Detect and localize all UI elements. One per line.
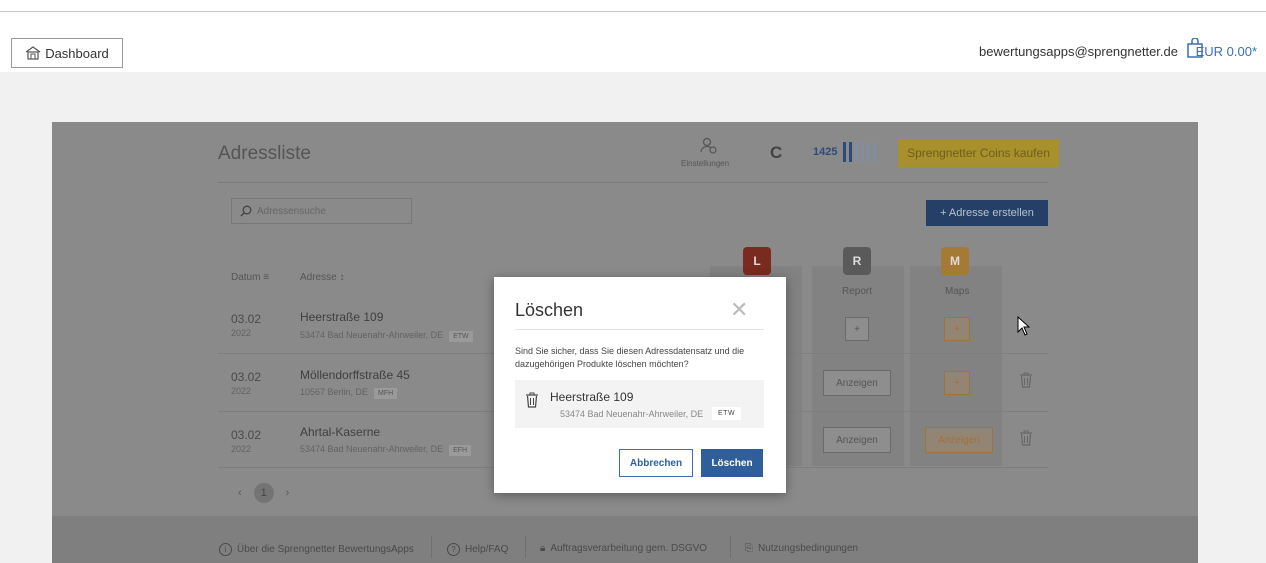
maps-icon: M <box>941 247 969 275</box>
coin-bar <box>861 142 864 162</box>
trash-icon <box>525 392 539 413</box>
dashboard-button[interactable]: Dashboard <box>11 38 123 68</box>
table-row-date: 03.02 2022 <box>231 428 261 456</box>
coin-bar <box>849 142 852 162</box>
report-add-button[interactable]: + <box>845 317 869 341</box>
column-header-report: Report <box>842 286 873 297</box>
maps-add-button[interactable]: + <box>944 317 970 341</box>
row-day: 03.02 <box>231 428 262 442</box>
date-header-label: Datum <box>231 272 261 283</box>
dialog-city: 53474 Bad Neuenahr-Ahrweiler, DE <box>560 409 704 419</box>
dialog-street: Heerstraße 109 <box>550 390 634 404</box>
footer-link-terms[interactable]: ⎘ Nutzungsbedingungen <box>745 543 858 554</box>
product-l-icon: L <box>743 247 771 275</box>
close-icon[interactable]: ✕ <box>730 297 748 323</box>
lock-icon: 🔒︎ <box>540 543 546 554</box>
coin-icon: C <box>770 143 783 162</box>
row-year: 2022 <box>231 444 252 454</box>
row-city: 10567 Berlin, DE MFH <box>300 387 398 399</box>
user-email[interactable]: bewertungsapps@sprengnetter.de <box>979 44 1178 59</box>
dialog-type-tag: ETW <box>712 407 742 420</box>
dashboard-label: Dashboard <box>45 45 109 61</box>
row-city: 53474 Bad Neuenahr-Ahrweiler, DE EFH <box>300 444 472 456</box>
delete-button[interactable]: Löschen <box>701 449 763 477</box>
cart-amount[interactable]: EUR 0.00* <box>1196 44 1257 59</box>
footer-about-label: Über die Sprengnetter BewertungsApps <box>237 544 414 555</box>
add-address-button[interactable]: + Adresse erstellen <box>926 200 1048 226</box>
row-street[interactable]: Heerstraße 109 <box>300 310 383 324</box>
info-icon: i <box>219 543 232 556</box>
footer-link-help[interactable]: ? Help/FAQ <box>447 543 508 556</box>
row-day: 03.02 <box>231 370 262 384</box>
header-divider <box>218 182 1048 183</box>
sort-icon: ↕ <box>339 272 345 283</box>
row-type-tag: MFH <box>374 388 398 399</box>
dialog-address-card: Heerstraße 109 53474 Bad Neuenahr-Ahrwei… <box>515 380 764 428</box>
settings-label[interactable]: Einstellungen <box>681 159 729 168</box>
delete-dialog: Löschen ✕ Sind Sie sicher, dass Sie dies… <box>494 277 786 493</box>
column-header-maps: Maps <box>945 286 970 297</box>
footer-link-dsgvo[interactable]: 🔒︎ Auftragsverarbeitung gem. DSGVO <box>540 543 707 554</box>
row-city-text: 10567 Berlin, DE <box>300 387 369 397</box>
footer-help-label: Help/FAQ <box>465 544 509 555</box>
next-page-button[interactable]: › <box>286 487 290 499</box>
coin-bar <box>855 142 858 162</box>
footer-divider <box>431 536 432 558</box>
row-city-text: 53474 Bad Neuenahr-Ahrweiler, DE <box>300 444 444 454</box>
top-header <box>0 12 1266 72</box>
maps-show-button[interactable]: Anzeigen <box>925 427 993 453</box>
page-title: Adressliste <box>218 143 311 164</box>
row-type-tag: ETW <box>449 331 473 342</box>
home-icon <box>25 46 41 60</box>
footer-divider <box>730 536 731 558</box>
table-row-date: 03.02 2022 <box>231 370 261 398</box>
footer-link-about[interactable]: i Über die Sprengnetter BewertungsApps <box>219 543 414 556</box>
row-street[interactable]: Ahrtal-Kaserne <box>300 425 380 439</box>
coin-count: 1425 <box>813 146 838 158</box>
coin-bar <box>873 142 876 162</box>
mouse-cursor-icon <box>1017 315 1031 341</box>
table-row-date: 03.02 2022 <box>231 312 261 340</box>
sort-icon: ≡ <box>263 272 270 283</box>
footer-dsgvo-label: Auftragsverarbeitung gem. DSGVO <box>550 543 708 554</box>
report-show-button[interactable]: Anzeigen <box>823 427 891 453</box>
row-city: 53474 Bad Neuenahr-Ahrweiler, DE ETW <box>300 330 473 342</box>
row-type-tag: EFH <box>449 445 472 456</box>
dialog-divider <box>515 329 764 330</box>
buy-coins-button[interactable]: Sprengnetter Coins kaufen <box>898 139 1059 167</box>
trash-icon[interactable] <box>1019 430 1033 449</box>
pagination: ‹ 1 › <box>238 483 289 503</box>
row-day: 03.02 <box>231 312 262 326</box>
column-header-address[interactable]: Adresse ↕ <box>300 272 344 283</box>
cancel-button[interactable]: Abbrechen <box>619 449 693 477</box>
browser-top-strip <box>0 0 1266 12</box>
trash-icon[interactable] <box>1019 372 1033 391</box>
address-search-input[interactable]: Adressensuche <box>231 198 412 224</box>
row-street[interactable]: Möllendorffstraße 45 <box>300 368 410 382</box>
maps-add-button[interactable]: + <box>944 371 970 395</box>
dialog-question: Sind Sie sicher, dass Sie diesen Adressd… <box>515 346 745 369</box>
dialog-title: Löschen <box>515 300 584 320</box>
column-header-date[interactable]: Datum ≡ <box>231 272 269 283</box>
search-icon <box>240 205 252 217</box>
row-year: 2022 <box>231 328 252 338</box>
row-year: 2022 <box>231 386 252 396</box>
current-page[interactable]: 1 <box>253 483 274 503</box>
coin-bar <box>867 142 870 162</box>
search-placeholder: Adressensuche <box>257 205 326 217</box>
document-icon: ⎘ <box>745 543 753 554</box>
help-icon: ? <box>447 543 460 556</box>
footer-divider <box>525 536 526 558</box>
prev-page-button[interactable]: ‹ <box>238 487 242 499</box>
coin-bar <box>843 142 846 162</box>
settings-user-icon[interactable] <box>700 137 718 160</box>
address-header-label: Adresse <box>300 272 337 283</box>
report-show-button[interactable]: Anzeigen <box>823 370 891 396</box>
footer-terms-label: Nutzungsbedingungen <box>758 543 859 554</box>
row-city-text: 53474 Bad Neuenahr-Ahrweiler, DE <box>300 330 444 340</box>
coin-level-bars <box>843 142 876 162</box>
report-icon: R <box>843 247 871 275</box>
